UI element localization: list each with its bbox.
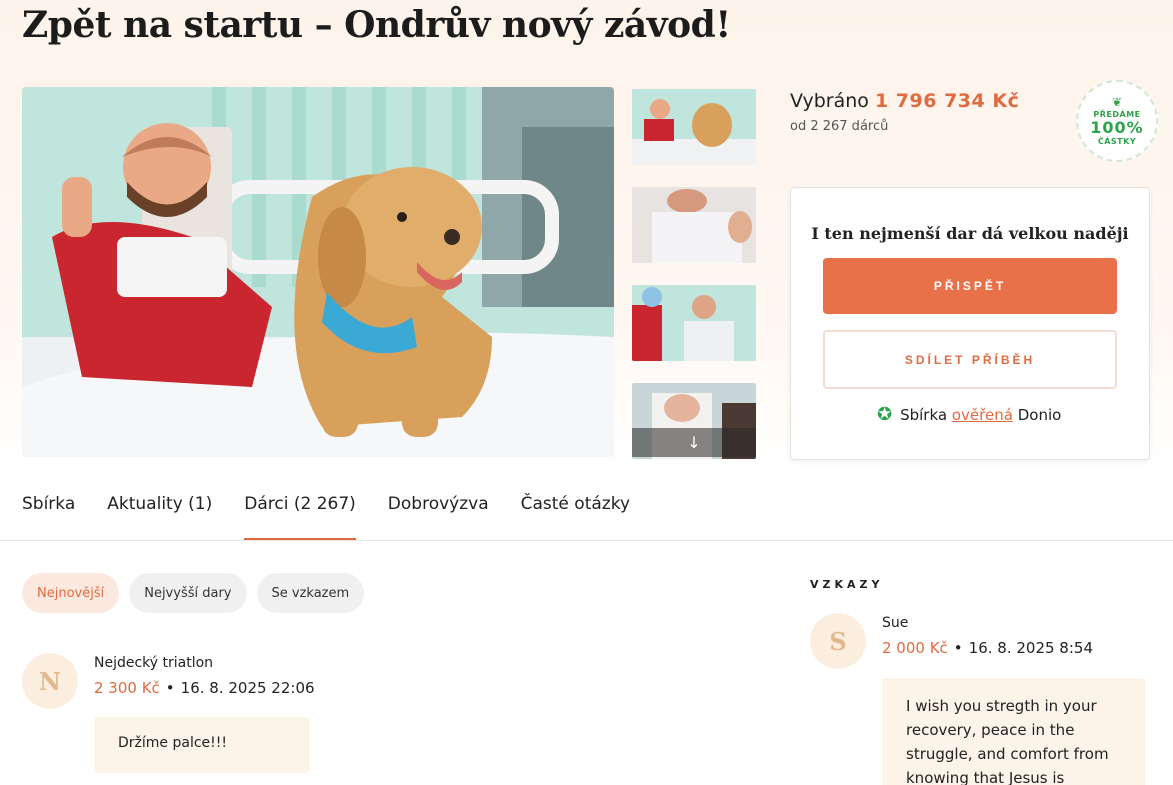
page-title: Zpět na startu – Ondrův nový závod! bbox=[22, 4, 731, 46]
message-author: Sue bbox=[882, 615, 909, 631]
filter-with-message[interactable]: Se vzkazem bbox=[256, 573, 365, 613]
hands-icon: ❦ bbox=[1111, 95, 1123, 109]
message-line: knowing that Jesus is bbox=[906, 769, 1065, 785]
verified-suffix: Donio bbox=[1017, 405, 1062, 424]
full-amount-badge: ❦ PŘEDÁME 100% ČÁSTKY bbox=[1076, 80, 1158, 162]
raised-amount: 1 796 734 Kč bbox=[874, 90, 1020, 112]
tabs-divider bbox=[0, 540, 1173, 541]
filter-highest[interactable]: Nejvyšší dary bbox=[129, 573, 247, 613]
message-line: recovery, peace in the bbox=[906, 721, 1075, 739]
badge-percent: 100% bbox=[1090, 118, 1144, 137]
message-meta: 2 000 Kč • 16. 8. 2025 8:54 bbox=[882, 639, 1093, 657]
donate-card-heading: I ten nejmenší dar dá velkou naději bbox=[811, 224, 1129, 243]
donation-date: 16. 8. 2025 22:06 bbox=[180, 679, 315, 697]
badge-bottom-text: ČÁSTKY bbox=[1097, 137, 1137, 146]
donation-message: Držíme palce!!! bbox=[94, 717, 309, 773]
raised-label: Vybráno bbox=[790, 90, 869, 112]
gallery-thumbnail[interactable] bbox=[632, 187, 756, 263]
verified-prefix: Sbírka bbox=[900, 405, 948, 424]
message-amount: 2 000 Kč bbox=[882, 639, 948, 657]
filter-newest[interactable]: Nejnovější bbox=[22, 573, 120, 613]
gallery-thumbnail[interactable] bbox=[632, 285, 756, 361]
gallery-thumbnail[interactable] bbox=[632, 89, 756, 165]
tab-dobrovyzva[interactable]: Dobrovýzva bbox=[388, 486, 489, 540]
avatar: S bbox=[810, 613, 866, 669]
verified-note: ✪ Sbírka ověřená Donio bbox=[877, 404, 1061, 425]
donation-filters: Nejnovější Nejvyšší dary Se vzkazem bbox=[22, 573, 365, 613]
verified-badge-icon: ✪ bbox=[877, 404, 893, 425]
raised-summary: Vybráno 1 796 734 Kč bbox=[790, 90, 1019, 112]
messages-heading: VZKAZY bbox=[810, 578, 884, 591]
message-line: I wish you stregth in your bbox=[906, 697, 1097, 715]
tab-caste-otazky[interactable]: Časté otázky bbox=[521, 486, 630, 540]
donation-amount: 2 300 Kč bbox=[94, 679, 160, 697]
message-text: I wish you stregth in your recovery, pea… bbox=[882, 678, 1145, 785]
donor-name: Nejdecký triatlon bbox=[94, 655, 214, 671]
section-tabs: Sbírka Aktuality (1) Dárci (2 267) Dobro… bbox=[22, 486, 630, 541]
message-line: struggle, and comfort from bbox=[906, 745, 1109, 763]
message-date: 16. 8. 2025 8:54 bbox=[968, 639, 1093, 657]
donation-meta: 2 300 Kč • 16. 8. 2025 22:06 bbox=[94, 679, 315, 697]
tab-darci[interactable]: Dárci (2 267) bbox=[244, 486, 356, 540]
donate-button[interactable]: PŘISPĚT bbox=[823, 258, 1117, 314]
tab-aktuality[interactable]: Aktuality (1) bbox=[107, 486, 212, 540]
avatar: N bbox=[22, 653, 78, 709]
donors-count: od 2 267 dárců bbox=[790, 119, 889, 134]
tab-sbirka[interactable]: Sbírka bbox=[22, 486, 75, 540]
donate-card: I ten nejmenší dar dá velkou naději PŘIS… bbox=[790, 187, 1150, 460]
arrow-down-icon[interactable]: ↓ bbox=[632, 428, 756, 457]
share-story-button[interactable]: SDÍLET PŘÍBĚH bbox=[823, 330, 1117, 389]
verified-link[interactable]: ověřená bbox=[952, 406, 1013, 424]
main-photo[interactable] bbox=[22, 87, 614, 457]
